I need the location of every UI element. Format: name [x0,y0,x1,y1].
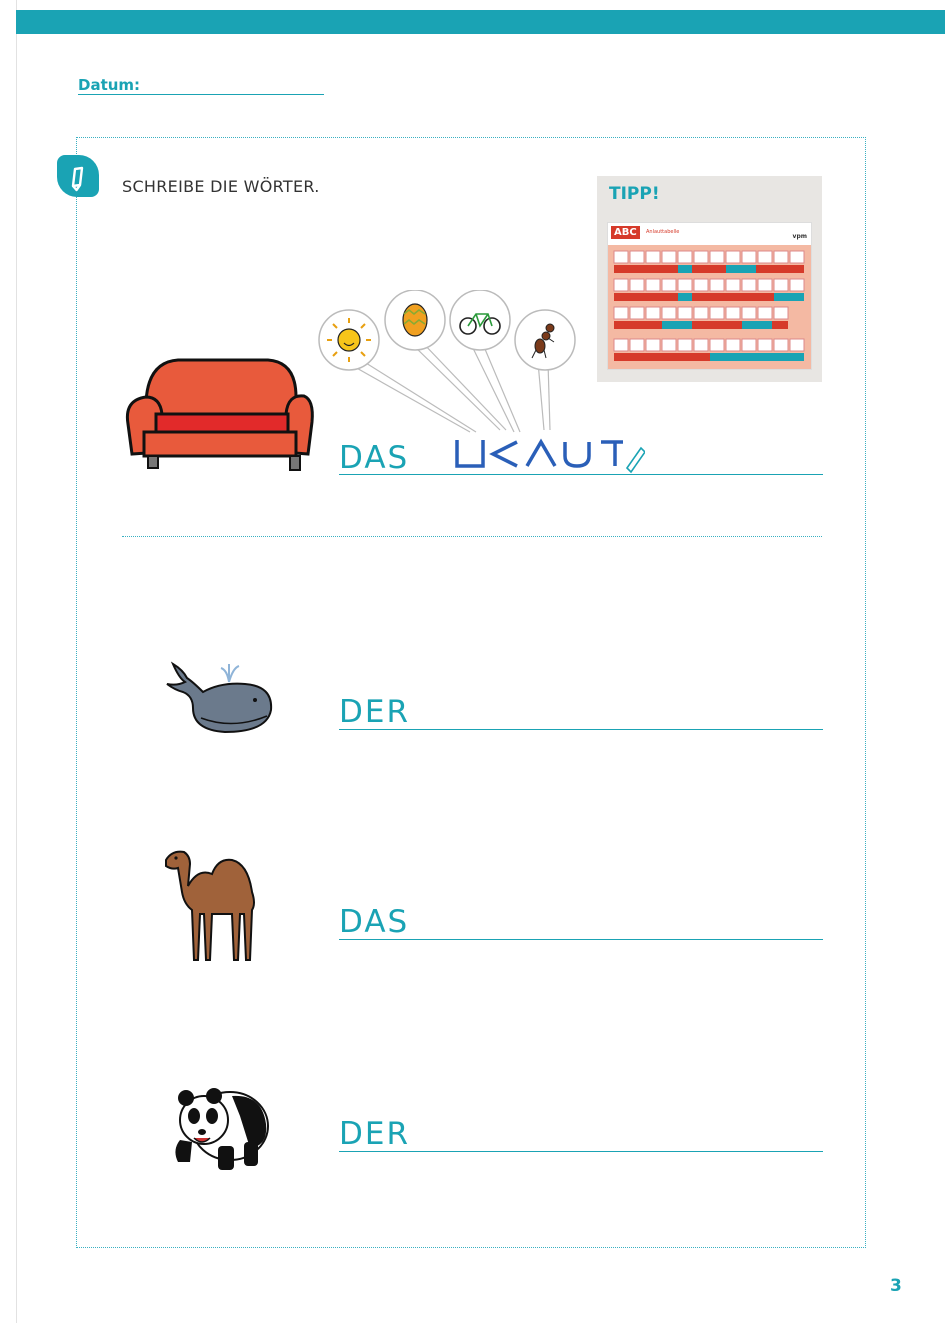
abc-logo: ABC [611,226,640,239]
date-write-line[interactable] [78,94,324,95]
date-label: Datum: [78,76,141,94]
abc-chart-thumbnail: ABC Anlauttabelle vpm [607,222,812,370]
glyph-word-sofa [455,438,645,474]
abc-subtitle: Anlauttabelle [646,229,680,235]
write-line-whale[interactable] [339,729,823,730]
hint-bubbles [318,290,576,433]
egg-icon [402,303,428,337]
word-article-sofa: DAS [339,440,410,476]
write-line-panda[interactable] [339,1151,823,1152]
word-article-camel: DAS [339,904,410,940]
word-article-whale: DER [339,694,410,730]
header-bar [16,10,945,34]
abc-chart-header: ABC Anlauttabelle vpm [608,223,811,245]
publisher-logo: vpm [792,233,807,240]
abc-chart-grid [613,250,805,361]
word-article-panda: DER [339,1116,410,1152]
page-number: 3 [890,1276,902,1296]
write-line-camel[interactable] [339,939,823,940]
tip-box: TIPP! ABC Anlauttabelle vpm [597,176,822,382]
section-divider [122,536,822,537]
panda-icon [175,1088,269,1170]
tip-label: TIPP! [609,184,660,204]
pencil-icon [57,155,99,197]
camel-icon [165,850,255,961]
whale-icon [166,661,273,734]
write-line-sofa[interactable] [339,474,823,475]
task-instruction: SCHREIBE DIE WÖRTER. [122,177,320,196]
sofa-icon [125,358,314,471]
